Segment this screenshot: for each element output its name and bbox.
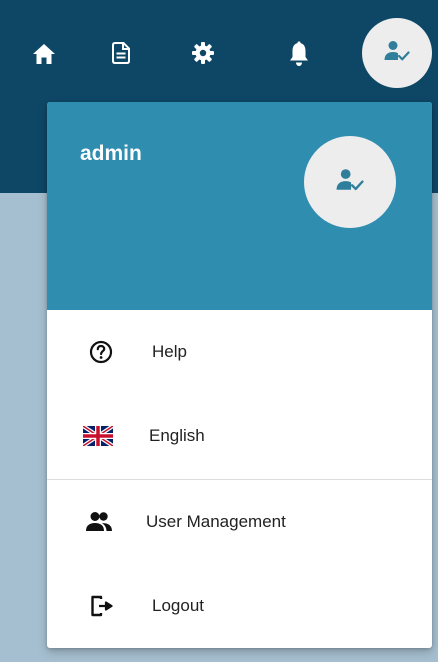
user-check-icon <box>384 40 410 67</box>
user-check-icon <box>336 168 364 197</box>
menu-item-label: English <box>149 426 205 445</box>
documents-button[interactable] <box>104 36 138 70</box>
menu-item-help[interactable]: Help <box>47 310 432 394</box>
users-icon <box>85 511 113 533</box>
uk-flag-icon <box>83 426 113 446</box>
account-menu-header: admin <box>47 102 432 310</box>
bell-icon <box>288 41 310 67</box>
avatar <box>304 136 396 228</box>
menu-item-user-management[interactable]: User Management <box>47 480 432 564</box>
account-dropdown-menu: admin Help English User Management Logou… <box>47 102 432 648</box>
account-menu-button[interactable] <box>362 18 432 88</box>
home-icon <box>32 43 56 65</box>
menu-item-label: User Management <box>146 512 286 531</box>
menu-item-label: Logout <box>152 596 204 615</box>
logout-icon <box>89 594 113 618</box>
username-label: admin <box>80 142 142 165</box>
menu-item-logout[interactable]: Logout <box>47 564 432 648</box>
help-circle-icon <box>89 340 113 364</box>
gear-icon <box>191 41 215 65</box>
home-button[interactable] <box>26 38 62 70</box>
document-icon <box>112 42 130 64</box>
menu-item-language[interactable]: English <box>47 394 432 478</box>
notifications-button[interactable] <box>282 36 316 72</box>
settings-button[interactable] <box>186 36 220 70</box>
menu-item-label: Help <box>152 342 187 361</box>
